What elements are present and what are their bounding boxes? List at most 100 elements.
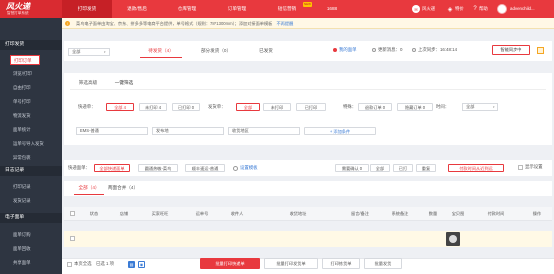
add-condition-button[interactable]: + 添加条件 [304,127,376,135]
tab-shipped[interactable]: 已发货 [250,45,282,57]
divider [70,89,546,90]
tab-advanced-filter[interactable]: 筛选高级 [72,77,104,89]
nav-orders[interactable]: 订单管理 [212,0,262,18]
express-printed[interactable]: 已打印 0 [172,103,200,111]
nav-refund[interactable]: 退款/售后 [112,0,162,18]
logo[interactable]: 风火递 智慧打单系统 [0,0,62,18]
filter-duplicate-button[interactable]: 重复 [416,164,436,172]
destination-input[interactable]: 收货地区 [228,127,300,135]
ship-printed[interactable]: 已打印 [296,103,326,111]
show-settings-checkbox[interactable] [518,165,523,170]
nav-warehouse[interactable]: 仓库管理 [162,0,212,18]
filter-printed-button[interactable]: 已打 [393,164,413,172]
notice-text: 菜鸟电子面单由淘宝、京东、拼多多等电商平台提供，单号格式（规则：78*1300m… [76,21,273,26]
print-picking-button[interactable]: 打印拣货单 [322,258,360,269]
tab-merged[interactable]: 两面合并（4） [106,182,140,194]
sidebar-item-exception[interactable]: 异常包裹 [0,153,62,163]
express-template-label: 快递面单： [68,165,90,170]
export-icon[interactable]: ▤ [128,261,135,268]
ship-label: 发货单： [208,104,226,109]
select-all-checkbox[interactable] [70,211,75,216]
table-header: 状态 店铺 买家旺旺 运单号 收件人 收货地址 留言/备注 系统备注 数量 宝贝… [64,207,552,221]
chevron-down-icon: ▾ [493,105,495,109]
nav-print-ship[interactable]: 打印发货 [62,0,112,18]
ship-unprinted[interactable]: 未打印 [263,103,291,111]
col-system-notes: 系统备注 [391,211,409,216]
select-page-label: 本页全选 [74,261,92,266]
sidebar-item-waybill-print[interactable]: 单号打印 [0,97,62,107]
help-link[interactable]: 帮助 [479,0,488,18]
sidebar-group-print[interactable]: 打印发货 [0,40,62,50]
sidebar-item-browse[interactable]: 浏览/打印 [0,69,62,79]
item-thumbnail[interactable] [446,232,460,246]
sidebar-item-stats[interactable]: 面单统计 [0,125,62,135]
page-select-checkbox[interactable] [67,262,72,267]
logo-subtitle: 智慧打单系统 [7,11,29,15]
col-actions: 操作 [532,211,542,216]
row-checkbox[interactable] [70,236,75,241]
template-all[interactable]: 全部快递面单 [94,164,130,172]
special-label: 特殊： [343,104,357,109]
origin-input[interactable]: 发布地 [152,127,224,135]
template-yuantong[interactable]: 圆通热敏-菜鸟 [138,164,178,172]
col-recipient: 收件人 [230,211,244,216]
batch-ship-button[interactable]: 批量发货 [364,258,402,269]
tab-pending[interactable]: 待发货（4） [140,45,182,58]
col-waybill: 运单号 [195,211,209,216]
print-express-button[interactable]: 批量打印快递单 [200,258,260,269]
hidden-orders[interactable]: 隐藏订单 0 [397,103,433,111]
sidebar-group-ewaybill[interactable]: 电子面单 [0,213,62,223]
need-confirm-button[interactable]: 需要确认 0 [335,164,369,172]
sidebar-item-print-orders[interactable]: 打印订单 [10,55,40,65]
calendar-icon[interactable] [537,47,544,54]
selected-count: 已选 1 项 [96,261,115,266]
chevron-down-icon: ▾ [104,50,106,54]
col-item-image: 宝贝图 [451,211,465,216]
user-name[interactable]: advenchild... [510,0,535,18]
template-shunfeng[interactable]: 顺丰速运-普通 [185,164,225,172]
help-icon: ? [473,6,477,12]
clock-icon [412,48,416,52]
sidebar-item-free-print[interactable]: 自由打印 [0,83,62,93]
carrier-input[interactable]: EMS-普通 [76,127,148,135]
sidebar-group-log[interactable]: 日志记录 [0,166,62,176]
view-icon[interactable]: ◉ [138,261,145,268]
show-settings-label: 显示设置 [525,164,543,169]
warning-icon: ! [65,21,70,26]
filter-all-button[interactable]: 全部 [370,164,390,172]
sidebar-item-order-waybill[interactable]: 面单订购 [0,230,62,240]
settings-template-link[interactable]: 设置模板 [240,164,258,172]
sidebar-item-print-log[interactable]: 打印记录 [0,182,62,192]
sync-button[interactable]: 智能同步中 [492,45,530,55]
col-shop: 店铺 [119,211,129,216]
sidebar-item-share[interactable]: 共享面单 [0,258,62,268]
ship-all[interactable]: 全部 [236,103,260,111]
express-all[interactable]: 全部 4 [106,103,134,111]
tab-list-all[interactable]: 全部（4） [74,182,104,195]
sidebar: 打印发货 打印订单 浏览/打印 自由打印 单号打印 物流发货 面单统计 运单号导… [0,18,62,274]
gear-icon [233,166,238,171]
sidebar-item-logistics[interactable]: 物流发货 [0,111,62,121]
special-link[interactable]: 特价 [455,0,464,18]
fenghuo-icon: ✉ [412,5,420,13]
notice-dismiss-link[interactable]: 不再提醒 [277,21,294,26]
refund-orders[interactable]: 退款订单 0 [358,103,392,111]
avatar[interactable] [497,4,507,14]
sidebar-item-recycle[interactable]: 面单回收 [0,244,62,254]
sidebar-item-ship-log[interactable]: 发货记录 [0,196,62,206]
col-pay-time: 付款时间 [487,211,505,216]
my-waybill-link[interactable]: 我的面单 [339,46,357,54]
nav-1688[interactable]: 1688 [312,0,352,18]
gift-icon: ◈ [447,6,453,13]
print-invoice-button[interactable]: 批量打印发货单 [264,258,318,269]
tab-partial[interactable]: 部分发货（0） [192,45,240,57]
time-label: 时间： [436,104,450,109]
table-row[interactable] [64,231,552,247]
sidebar-item-import[interactable]: 运单号导入发货 [0,139,62,149]
update-count: 更新消息：0 [378,47,403,52]
col-status: 状态 [89,211,99,216]
sort-select[interactable]: 付款时间从近到远 [448,164,504,172]
fenghuo-link[interactable]: 风火递 [422,0,435,18]
col-notes: 留言/备注 [351,211,369,216]
express-unprinted[interactable]: 未打印 4 [139,103,167,111]
